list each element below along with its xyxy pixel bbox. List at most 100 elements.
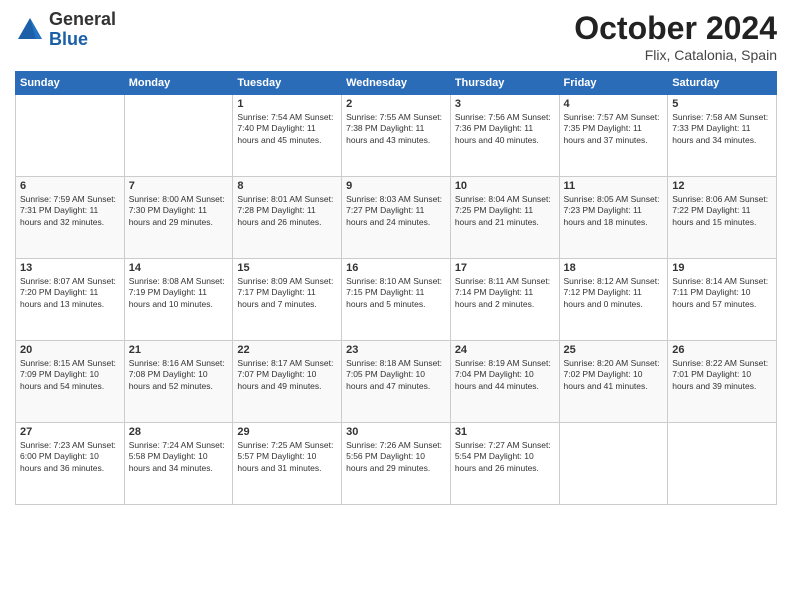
- day-info: Sunrise: 8:16 AM Sunset: 7:08 PM Dayligh…: [129, 358, 229, 392]
- day-cell: 27 Sunrise: 7:23 AM Sunset: 6:00 PM Dayli…: [16, 423, 125, 505]
- day-info: Sunrise: 8:17 AM Sunset: 7:07 PM Dayligh…: [237, 358, 337, 392]
- day-cell: 4 Sunrise: 7:57 AM Sunset: 7:35 PM Daylig…: [559, 95, 668, 177]
- day-info: Sunrise: 8:10 AM Sunset: 7:15 PM Dayligh…: [346, 276, 446, 310]
- title-block: October 2024 Flix, Catalonia, Spain: [574, 10, 777, 63]
- header: General Blue October 2024 Flix, Cataloni…: [15, 10, 777, 63]
- day-cell: 11Sunrise: 8:05 AM Sunset: 7:23 PM Dayli…: [559, 177, 668, 259]
- day-info: Sunrise: 8:03 AM Sunset: 7:27 PM Dayligh…: [346, 194, 446, 228]
- logo-icon: [15, 15, 45, 45]
- weekday-header-monday: Monday: [124, 72, 233, 95]
- day-cell: 21 Sunrise: 8:16 AM Sunset: 7:08 PM Dayli…: [124, 341, 233, 423]
- day-cell: 30Sunrise: 7:26 AM Sunset: 5:56 PM Dayli…: [342, 423, 451, 505]
- day-number: 18: [564, 262, 664, 274]
- week-row-1: 1Sunrise: 7:54 AM Sunset: 7:40 PM Daylig…: [16, 95, 777, 177]
- day-number: 8: [237, 180, 337, 192]
- weekday-header-thursday: Thursday: [450, 72, 559, 95]
- day-info: Sunrise: 7:57 AM Sunset: 7:35 PM Dayligh…: [564, 112, 664, 146]
- day-cell: 26Sunrise: 8:22 AM Sunset: 7:01 PM Dayli…: [668, 341, 777, 423]
- day-info: Sunrise: 8:12 AM Sunset: 7:12 PM Dayligh…: [564, 276, 664, 310]
- day-info: Sunrise: 7:25 AM Sunset: 5:57 PM Dayligh…: [237, 440, 337, 474]
- weekday-header-tuesday: Tuesday: [233, 72, 342, 95]
- day-info: Sunrise: 8:15 AM Sunset: 7:09 PM Dayligh…: [20, 358, 120, 392]
- day-cell: 15Sunrise: 8:09 AM Sunset: 7:17 PM Dayli…: [233, 259, 342, 341]
- logo: General Blue: [15, 10, 116, 50]
- day-number: 9: [346, 180, 446, 192]
- day-number: 19: [672, 262, 772, 274]
- day-info: Sunrise: 8:20 AM Sunset: 7:02 PM Dayligh…: [564, 358, 664, 392]
- day-number: 6: [20, 180, 120, 192]
- day-info: Sunrise: 8:01 AM Sunset: 7:28 PM Dayligh…: [237, 194, 337, 228]
- day-number: 7: [129, 180, 229, 192]
- day-info: Sunrise: 8:19 AM Sunset: 7:04 PM Dayligh…: [455, 358, 555, 392]
- day-number: 12: [672, 180, 772, 192]
- day-info: Sunrise: 7:27 AM Sunset: 5:54 PM Dayligh…: [455, 440, 555, 474]
- day-cell: 7 Sunrise: 8:00 AM Sunset: 7:30 PM Daylig…: [124, 177, 233, 259]
- day-number: 24: [455, 344, 555, 356]
- day-cell: 17 Sunrise: 8:11 AM Sunset: 7:14 PM Dayli…: [450, 259, 559, 341]
- day-cell: 12 Sunrise: 8:06 AM Sunset: 7:22 PM Dayli…: [668, 177, 777, 259]
- day-cell: 22Sunrise: 8:17 AM Sunset: 7:07 PM Dayli…: [233, 341, 342, 423]
- day-cell: 31 Sunrise: 7:27 AM Sunset: 5:54 PM Dayli…: [450, 423, 559, 505]
- day-number: 4: [564, 98, 664, 110]
- day-number: 29: [237, 426, 337, 438]
- day-cell: 13 Sunrise: 8:07 AM Sunset: 7:20 PM Dayli…: [16, 259, 125, 341]
- day-number: 13: [20, 262, 120, 274]
- day-info: Sunrise: 8:14 AM Sunset: 7:11 PM Dayligh…: [672, 276, 772, 310]
- day-cell: 9 Sunrise: 8:03 AM Sunset: 7:27 PM Daylig…: [342, 177, 451, 259]
- day-number: 27: [20, 426, 120, 438]
- day-cell: 16 Sunrise: 8:10 AM Sunset: 7:15 PM Dayli…: [342, 259, 451, 341]
- day-info: Sunrise: 8:00 AM Sunset: 7:30 PM Dayligh…: [129, 194, 229, 228]
- day-number: 17: [455, 262, 555, 274]
- day-cell: 6 Sunrise: 7:59 AM Sunset: 7:31 PM Daylig…: [16, 177, 125, 259]
- day-info: Sunrise: 7:26 AM Sunset: 5:56 PM Dayligh…: [346, 440, 446, 474]
- page: General Blue October 2024 Flix, Cataloni…: [0, 0, 792, 612]
- day-number: 15: [237, 262, 337, 274]
- day-cell: [16, 95, 125, 177]
- day-number: 21: [129, 344, 229, 356]
- day-number: 23: [346, 344, 446, 356]
- day-cell: 28Sunrise: 7:24 AM Sunset: 5:58 PM Dayli…: [124, 423, 233, 505]
- day-info: Sunrise: 7:23 AM Sunset: 6:00 PM Dayligh…: [20, 440, 120, 474]
- day-number: 10: [455, 180, 555, 192]
- day-number: 26: [672, 344, 772, 356]
- day-cell: 23 Sunrise: 8:18 AM Sunset: 7:05 PM Dayli…: [342, 341, 451, 423]
- calendar-table: SundayMondayTuesdayWednesdayThursdayFrid…: [15, 71, 777, 505]
- weekday-header-row: SundayMondayTuesdayWednesdayThursdayFrid…: [16, 72, 777, 95]
- day-cell: 14Sunrise: 8:08 AM Sunset: 7:19 PM Dayli…: [124, 259, 233, 341]
- day-cell: 2 Sunrise: 7:55 AM Sunset: 7:38 PM Daylig…: [342, 95, 451, 177]
- day-cell: 24 Sunrise: 8:19 AM Sunset: 7:04 PM Dayli…: [450, 341, 559, 423]
- day-info: Sunrise: 8:18 AM Sunset: 7:05 PM Dayligh…: [346, 358, 446, 392]
- location: Flix, Catalonia, Spain: [574, 47, 777, 63]
- day-cell: 20 Sunrise: 8:15 AM Sunset: 7:09 PM Dayli…: [16, 341, 125, 423]
- day-number: 16: [346, 262, 446, 274]
- day-cell: [124, 95, 233, 177]
- day-info: Sunrise: 8:11 AM Sunset: 7:14 PM Dayligh…: [455, 276, 555, 310]
- day-number: 20: [20, 344, 120, 356]
- day-info: Sunrise: 8:07 AM Sunset: 7:20 PM Dayligh…: [20, 276, 120, 310]
- month-title: October 2024: [574, 10, 777, 47]
- day-cell: 18 Sunrise: 8:12 AM Sunset: 7:12 PM Dayli…: [559, 259, 668, 341]
- day-cell: [668, 423, 777, 505]
- day-number: 5: [672, 98, 772, 110]
- logo-general: General: [49, 9, 116, 29]
- day-number: 11: [564, 180, 664, 192]
- day-cell: 1Sunrise: 7:54 AM Sunset: 7:40 PM Daylig…: [233, 95, 342, 177]
- day-cell: 19 Sunrise: 8:14 AM Sunset: 7:11 PM Dayli…: [668, 259, 777, 341]
- weekday-header-sunday: Sunday: [16, 72, 125, 95]
- day-info: Sunrise: 8:08 AM Sunset: 7:19 PM Dayligh…: [129, 276, 229, 310]
- day-number: 28: [129, 426, 229, 438]
- day-cell: [559, 423, 668, 505]
- day-info: Sunrise: 7:54 AM Sunset: 7:40 PM Dayligh…: [237, 112, 337, 146]
- day-number: 31: [455, 426, 555, 438]
- day-info: Sunrise: 8:06 AM Sunset: 7:22 PM Dayligh…: [672, 194, 772, 228]
- day-cell: 25 Sunrise: 8:20 AM Sunset: 7:02 PM Dayli…: [559, 341, 668, 423]
- day-number: 2: [346, 98, 446, 110]
- day-cell: 5Sunrise: 7:58 AM Sunset: 7:33 PM Daylig…: [668, 95, 777, 177]
- weekday-header-saturday: Saturday: [668, 72, 777, 95]
- day-info: Sunrise: 7:55 AM Sunset: 7:38 PM Dayligh…: [346, 112, 446, 146]
- day-number: 25: [564, 344, 664, 356]
- logo-text: General Blue: [49, 10, 116, 50]
- week-row-4: 20 Sunrise: 8:15 AM Sunset: 7:09 PM Dayli…: [16, 341, 777, 423]
- week-row-2: 6 Sunrise: 7:59 AM Sunset: 7:31 PM Daylig…: [16, 177, 777, 259]
- day-info: Sunrise: 7:59 AM Sunset: 7:31 PM Dayligh…: [20, 194, 120, 228]
